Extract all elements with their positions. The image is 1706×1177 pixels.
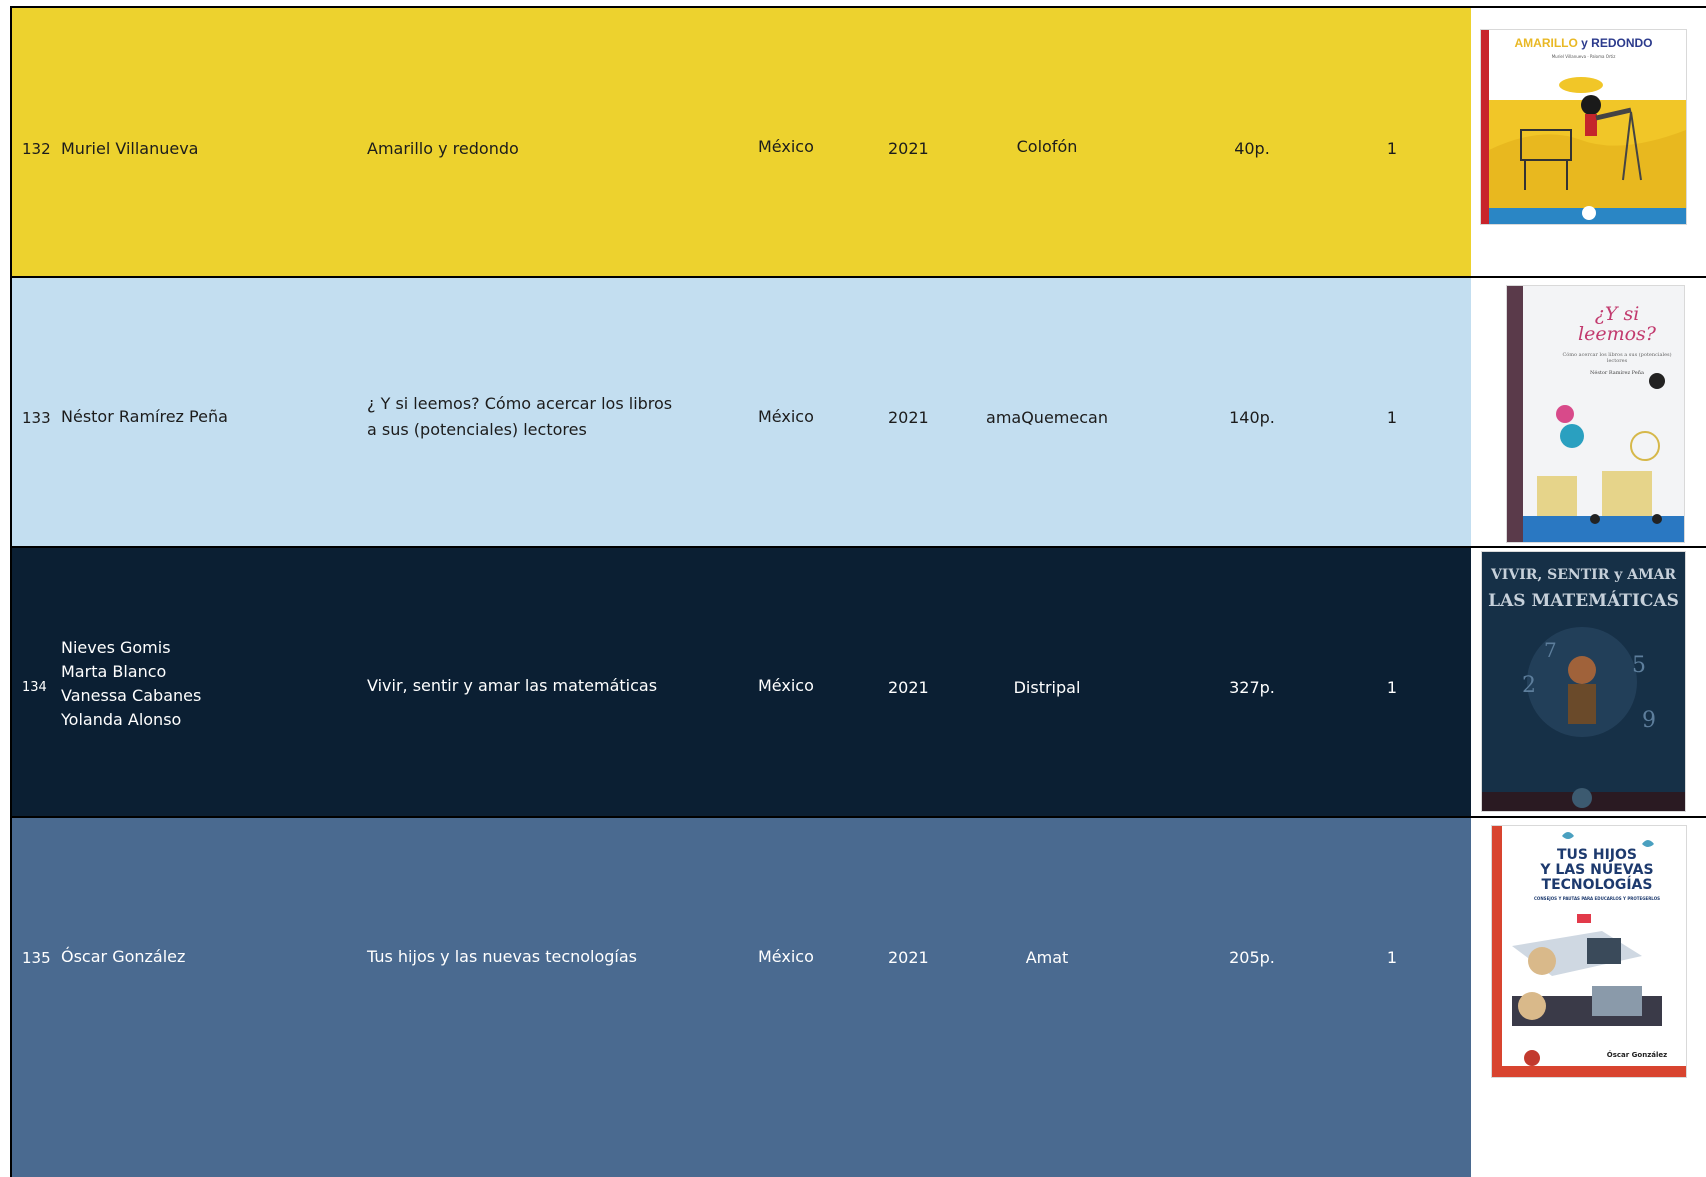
- svg-text:7: 7: [1544, 638, 1557, 662]
- publisher: Distripal: [1013, 678, 1081, 697]
- cover-cell: 2 5 9 7 VIVIR, SENTIR y AMAR LAS MATEMÁT…: [1473, 548, 1706, 838]
- cover-title: VIVIR, SENTIR y AMAR LAS MATEMÁTICAS: [1488, 567, 1679, 611]
- quantity: 1: [1386, 408, 1398, 427]
- author: Marta Blanco: [61, 662, 167, 681]
- author: Nieves Gomis: [61, 638, 171, 657]
- pages: 205p.: [1229, 948, 1275, 967]
- country: México: [758, 137, 814, 156]
- author: Óscar González: [61, 947, 186, 966]
- quantity: 1: [1386, 139, 1398, 158]
- row-number: 133: [22, 409, 51, 427]
- quantity: 1: [1386, 678, 1398, 697]
- author: Néstor Ramírez Peña: [61, 407, 228, 426]
- table-row: 132 Muriel Villanueva Amarillo y redondo…: [10, 6, 1706, 298]
- book-title: Tus hijos y las nuevas tecnologías: [367, 947, 638, 966]
- pages: 327p.: [1229, 678, 1275, 697]
- table-row: 135 Óscar González Tus hijos y las nueva…: [10, 816, 1706, 1177]
- cover-cell: ¿Y si leemos? Cómo acercar los libros a …: [1473, 278, 1706, 568]
- year: 2021: [888, 678, 929, 697]
- svg-text:9: 9: [1642, 708, 1656, 733]
- publisher: amaQuemecan: [986, 408, 1108, 427]
- table-row: 133 Néstor Ramírez Peña ¿ Y si leemos? C…: [10, 276, 1706, 568]
- row-number: 135: [22, 949, 51, 967]
- pages: 140p.: [1229, 408, 1275, 427]
- author-list: Nieves Gomis Marta Blanco Vanessa Cabane…: [61, 636, 201, 732]
- cover-cell: AMARILLO y REDONDO Muriel Villanueva · P…: [1473, 8, 1706, 298]
- year: 2021: [888, 139, 929, 158]
- book-title: Vivir, sentir y amar las matemáticas: [367, 676, 658, 695]
- cover-byline: Muriel Villanueva · Paloma Ortiz: [1551, 54, 1616, 59]
- book-cover-image: 2 5 9 7 VIVIR, SENTIR y AMAR LAS MATEMÁT…: [1482, 552, 1685, 811]
- year: 2021: [888, 408, 929, 427]
- publisher: Amat: [1025, 948, 1069, 967]
- publisher: Colofón: [1016, 137, 1078, 156]
- book-table: 132 Muriel Villanueva Amarillo y redondo…: [10, 6, 1706, 1177]
- country: México: [758, 676, 814, 695]
- svg-text:2: 2: [1522, 673, 1536, 698]
- cover-title: AMARILLO y REDONDO: [1514, 36, 1653, 50]
- country: México: [758, 407, 814, 426]
- pages: 40p.: [1234, 139, 1270, 158]
- cover-title: TUS HIJOS Y LAS NUEVAS TECNOLOGÍAS: [1540, 847, 1654, 893]
- country: México: [758, 947, 814, 966]
- book-title: Amarillo y redondo: [367, 139, 519, 158]
- cover-byline: Óscar González: [1606, 1051, 1668, 1059]
- table-row: 134 Nieves Gomis Marta Blanco Vanessa Ca…: [10, 546, 1706, 838]
- cover-subtitle: CONSEJOS Y PAUTAS PARA EDUCARLOS Y PROTE…: [1534, 896, 1660, 901]
- book-title: ¿ Y si leemos? Cómo acercar los libros a…: [367, 394, 673, 439]
- year: 2021: [888, 948, 929, 967]
- cover-subtitle: Cómo acercar los libros a sus (potencial…: [1562, 352, 1672, 364]
- row-background: [12, 818, 1471, 1177]
- cover-byline: Néstor Ramírez Peña: [1590, 370, 1644, 376]
- row-number: 132: [22, 140, 51, 158]
- cover-cell: TUS HIJOS Y LAS NUEVAS TECNOLOGÍAS CONSE…: [1473, 818, 1706, 1177]
- svg-text:5: 5: [1632, 653, 1646, 678]
- row-number: 134: [22, 680, 47, 695]
- book-cover-image: TUS HIJOS Y LAS NUEVAS TECNOLOGÍAS CONSE…: [1492, 826, 1686, 1077]
- quantity: 1: [1386, 948, 1398, 967]
- book-cover-image: AMARILLO y REDONDO Muriel Villanueva · P…: [1481, 30, 1686, 224]
- author: Yolanda Alonso: [61, 710, 182, 729]
- cover-title: ¿Y si leemos?: [1578, 303, 1656, 345]
- author: Vanessa Cabanes: [61, 686, 202, 705]
- author: Muriel Villanueva: [61, 139, 199, 158]
- book-cover-image: ¿Y si leemos? Cómo acercar los libros a …: [1507, 286, 1684, 542]
